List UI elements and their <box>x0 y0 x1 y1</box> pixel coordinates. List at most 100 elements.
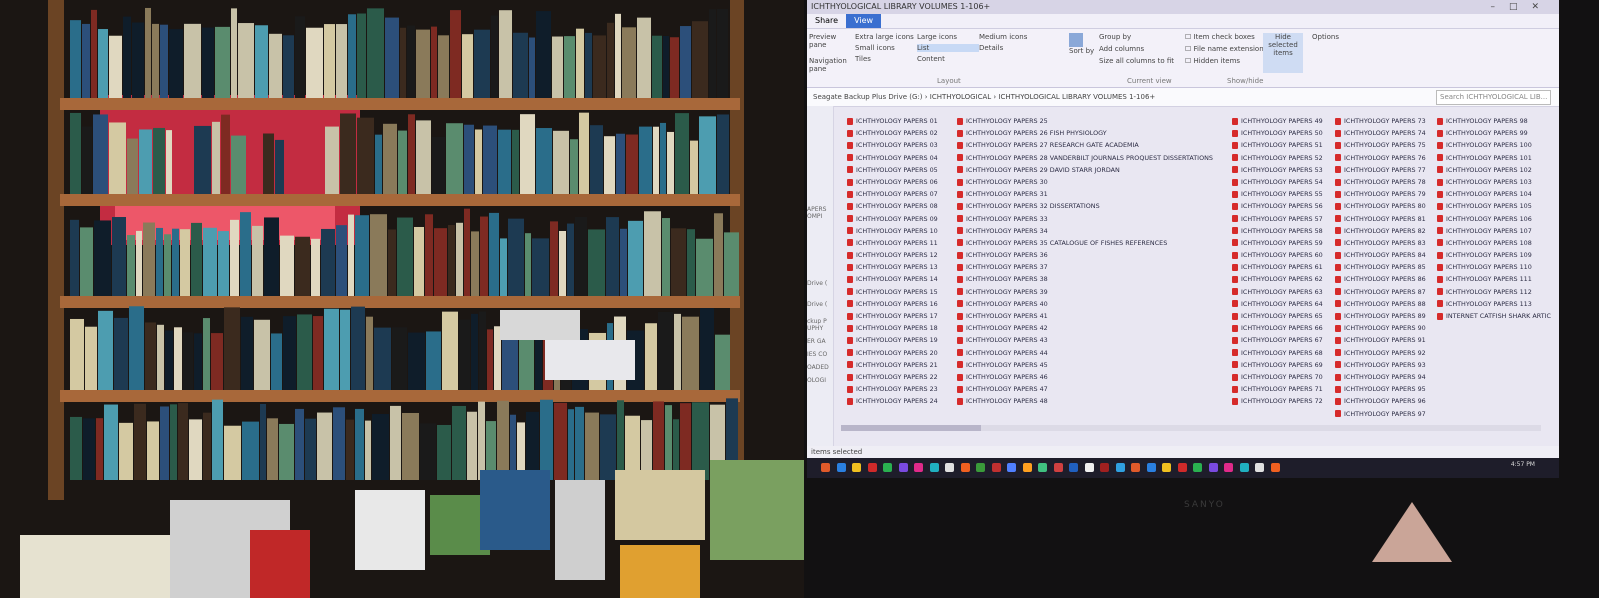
file-item[interactable]: ICHTHYOLOGY PAPERS 28 VANDERBILT JOURNAL… <box>957 152 1213 164</box>
group-by-button[interactable]: Group by <box>1099 33 1174 41</box>
file-item[interactable]: ICHTHYOLOGY PAPERS 77 <box>1335 164 1426 176</box>
file-item[interactable]: ICHTHYOLOGY PAPERS 51 <box>1232 139 1323 151</box>
taskbar-app-icon[interactable] <box>945 463 954 472</box>
file-item[interactable]: ICHTHYOLOGY PAPERS 06 <box>847 176 938 188</box>
file-item[interactable]: ICHTHYOLOGY PAPERS 107 <box>1437 225 1551 237</box>
file-item[interactable]: ICHTHYOLOGY PAPERS 111 <box>1437 273 1551 285</box>
address-bar[interactable]: Seagate Backup Plus Drive (G:) › ICHTHYO… <box>807 88 1559 107</box>
options-button[interactable]: Options <box>1312 33 1339 41</box>
nav-item[interactable]: Drive ( <box>807 280 833 287</box>
file-item[interactable]: ICHTHYOLOGY PAPERS 99 <box>1437 127 1551 139</box>
file-item[interactable]: ICHTHYOLOGY PAPERS 47 <box>957 383 1213 395</box>
nav-item[interactable]: IES CO <box>807 351 833 358</box>
file-item[interactable]: ICHTHYOLOGY PAPERS 53 <box>1232 164 1323 176</box>
file-item[interactable]: ICHTHYOLOGY PAPERS 55 <box>1232 188 1323 200</box>
taskbar-app-icon[interactable] <box>883 463 892 472</box>
taskbar-app-icon[interactable] <box>1038 463 1047 472</box>
file-item[interactable]: ICHTHYOLOGY PAPERS 31 <box>957 188 1213 200</box>
taskbar-app-icon[interactable] <box>1053 463 1063 472</box>
file-item[interactable]: ICHTHYOLOGY PAPERS 43 <box>957 334 1213 346</box>
layout-list[interactable]: List <box>917 44 979 52</box>
taskbar-app-icon[interactable] <box>929 463 939 472</box>
hide-selected-items-button[interactable]: Hide selected items <box>1263 33 1303 73</box>
taskbar-app-icon[interactable] <box>1069 463 1078 472</box>
file-item[interactable]: ICHTHYOLOGY PAPERS 92 <box>1335 347 1426 359</box>
file-item[interactable]: ICHTHYOLOGY PAPERS 29 DAVID STARR JORDAN <box>957 164 1213 176</box>
file-item[interactable]: ICHTHYOLOGY PAPERS 42 <box>957 322 1213 334</box>
taskbar-app-icon[interactable] <box>1115 463 1125 472</box>
file-name-extensions-toggle[interactable]: ☐ File name extensions <box>1185 45 1267 53</box>
file-item[interactable]: ICHTHYOLOGY PAPERS 103 <box>1437 176 1551 188</box>
taskbar-app-icon[interactable] <box>991 463 1001 472</box>
file-item[interactable]: ICHTHYOLOGY PAPERS 85 <box>1335 261 1426 273</box>
file-item[interactable]: ICHTHYOLOGY PAPERS 26 FISH PHYSIOLOGY <box>957 127 1213 139</box>
file-item[interactable]: ICHTHYOLOGY PAPERS 106 <box>1437 213 1551 225</box>
file-item[interactable]: ICHTHYOLOGY PAPERS 34 <box>957 225 1213 237</box>
file-item[interactable]: ICHTHYOLOGY PAPERS 105 <box>1437 200 1551 212</box>
file-item[interactable]: ICHTHYOLOGY PAPERS 11 <box>847 237 938 249</box>
layout-small-icons[interactable]: Small icons <box>855 44 917 52</box>
nav-item[interactable]: OADED <box>807 364 833 371</box>
file-item[interactable]: ICHTHYOLOGY PAPERS 01 <box>847 115 938 127</box>
taskbar-app-icon[interactable] <box>1177 463 1187 472</box>
file-item[interactable]: ICHTHYOLOGY PAPERS 12 <box>847 249 938 261</box>
file-item[interactable]: ICHTHYOLOGY PAPERS 60 <box>1232 249 1323 261</box>
nav-item[interactable]: OLOGI <box>807 377 833 384</box>
file-item[interactable]: ICHTHYOLOGY PAPERS 13 <box>847 261 938 273</box>
taskbar-app-icon[interactable] <box>976 463 985 472</box>
taskbar-app-icon[interactable] <box>1162 463 1171 472</box>
taskbar-app-icon[interactable] <box>1224 463 1233 472</box>
nav-item[interactable]: UPHY <box>807 325 833 332</box>
file-item[interactable]: ICHTHYOLOGY PAPERS 45 <box>957 359 1213 371</box>
file-item[interactable]: ICHTHYOLOGY PAPERS 35 CATALOGUE OF FISHE… <box>957 237 1213 249</box>
layout-content[interactable]: Content <box>917 55 979 63</box>
file-item[interactable]: ICHTHYOLOGY PAPERS 10 <box>847 225 938 237</box>
file-item[interactable]: ICHTHYOLOGY PAPERS 21 <box>847 359 938 371</box>
taskbar-app-icon[interactable] <box>1255 463 1264 472</box>
hidden-items-toggle[interactable]: ☐ Hidden items <box>1185 57 1267 65</box>
file-item[interactable]: ICHTHYOLOGY PAPERS 22 <box>847 371 938 383</box>
file-item[interactable]: ICHTHYOLOGY PAPERS 63 <box>1232 286 1323 298</box>
nav-item[interactable]: ER GA <box>807 338 833 345</box>
window-controls[interactable]: –□✕ <box>1490 0 1553 14</box>
nav-item[interactable]: ckup P <box>807 318 833 325</box>
file-item[interactable]: ICHTHYOLOGY PAPERS 84 <box>1335 249 1426 261</box>
file-item[interactable]: ICHTHYOLOGY PAPERS 79 <box>1335 188 1426 200</box>
breadcrumb-current[interactable]: ICHTHYOLOGICAL LIBRARY VOLUMES 1-106+ <box>998 93 1155 101</box>
file-item[interactable]: ICHTHYOLOGY PAPERS 74 <box>1335 127 1426 139</box>
file-item[interactable]: ICHTHYOLOGY PAPERS 03 <box>847 139 938 151</box>
file-item[interactable]: ICHTHYOLOGY PAPERS 113 <box>1437 298 1551 310</box>
file-item[interactable]: ICHTHYOLOGY PAPERS 36 <box>957 249 1213 261</box>
layout-tiles[interactable]: Tiles <box>855 55 917 63</box>
file-item[interactable]: ICHTHYOLOGY PAPERS 86 <box>1335 273 1426 285</box>
file-item[interactable]: ICHTHYOLOGY PAPERS 97 <box>1335 408 1426 420</box>
taskbar-app-icon[interactable] <box>1193 463 1202 472</box>
breadcrumb-drive[interactable]: Seagate Backup Plus Drive (G:) <box>813 93 923 101</box>
file-item[interactable]: ICHTHYOLOGY PAPERS 09 <box>847 213 938 225</box>
file-item[interactable]: ICHTHYOLOGY PAPERS 90 <box>1335 322 1426 334</box>
taskbar-app-icon[interactable] <box>1208 463 1218 472</box>
nav-item[interactable]: Drive ( <box>807 301 833 308</box>
file-item[interactable]: ICHTHYOLOGY PAPERS 50 <box>1232 127 1323 139</box>
taskbar-app-icon[interactable] <box>1007 463 1016 472</box>
search-input[interactable]: Search ICHTHYOLOGICAL LIB... <box>1436 90 1551 105</box>
file-item[interactable]: ICHTHYOLOGY PAPERS 104 <box>1437 188 1551 200</box>
file-item[interactable]: ICHTHYOLOGY PAPERS 07 <box>847 188 938 200</box>
file-item[interactable]: ICHTHYOLOGY PAPERS 15 <box>847 286 938 298</box>
file-item[interactable]: ICHTHYOLOGY PAPERS 98 <box>1437 115 1551 127</box>
taskbar-app-icon[interactable] <box>914 463 923 472</box>
file-item[interactable]: ICHTHYOLOGY PAPERS 64 <box>1232 298 1323 310</box>
taskbar-app-icon[interactable] <box>867 463 877 472</box>
nav-item[interactable]: OMPI <box>807 213 833 220</box>
file-item[interactable]: ICHTHYOLOGY PAPERS 20 <box>847 347 938 359</box>
file-item[interactable]: ICHTHYOLOGY PAPERS 33 <box>957 213 1213 225</box>
add-columns-button[interactable]: Add columns <box>1099 45 1174 53</box>
file-item[interactable]: ICHTHYOLOGY PAPERS 72 <box>1232 395 1323 407</box>
file-item[interactable]: ICHTHYOLOGY PAPERS 73 <box>1335 115 1426 127</box>
file-item[interactable]: ICHTHYOLOGY PAPERS 44 <box>957 347 1213 359</box>
file-item[interactable]: ICHTHYOLOGY PAPERS 101 <box>1437 152 1551 164</box>
layout-large-icons[interactable]: Large icons <box>917 33 979 41</box>
taskbar-app-icon[interactable] <box>1270 463 1280 472</box>
file-item[interactable]: ICHTHYOLOGY PAPERS 38 <box>957 273 1213 285</box>
file-item[interactable]: ICHTHYOLOGY PAPERS 91 <box>1335 334 1426 346</box>
